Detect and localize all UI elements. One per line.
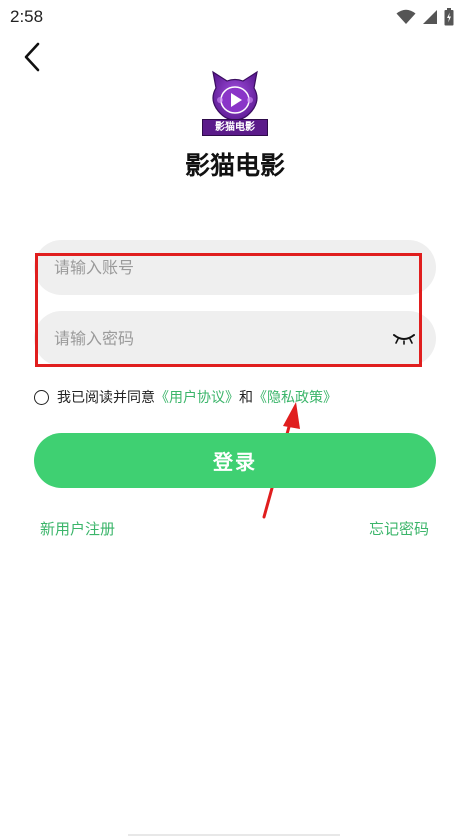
back-button[interactable]: [16, 42, 48, 76]
forgot-password-link[interactable]: 忘记密码: [369, 518, 429, 539]
app-name: 影猫电影: [184, 151, 285, 180]
agreement-conjunction: 和: [239, 390, 253, 406]
register-link[interactable]: 新用户注册: [40, 518, 115, 539]
highlight-box: [35, 253, 422, 367]
user-agreement-link[interactable]: 《用户协议》: [155, 387, 239, 407]
logo-badge: 影猫电影: [202, 119, 268, 136]
battery-icon: [444, 8, 454, 26]
agreement-prefix: 我已阅读并同意: [57, 390, 155, 406]
status-icons: [396, 8, 454, 26]
cat-logo-icon: [212, 70, 258, 121]
agree-checkbox[interactable]: [34, 389, 49, 405]
agreement-row: 我已阅读并同意 《用户协议》 和 《隐私政策》: [34, 386, 337, 408]
login-screen: 2:58 影猫电影 影猫电影 请输入账号 我已阅读并同意 《用户协议》 和 《隐…: [0, 0, 470, 836]
status-bar: 2:58: [0, 0, 470, 34]
app-logo: 影猫电影: [202, 70, 268, 136]
chevron-left-icon: [23, 42, 41, 76]
signal-icon: [422, 9, 438, 25]
login-button[interactable]: 登录: [34, 433, 436, 488]
status-time: 2:58: [10, 7, 44, 26]
wifi-icon: [396, 9, 416, 25]
privacy-policy-link[interactable]: 《隐私政策》: [253, 387, 337, 407]
